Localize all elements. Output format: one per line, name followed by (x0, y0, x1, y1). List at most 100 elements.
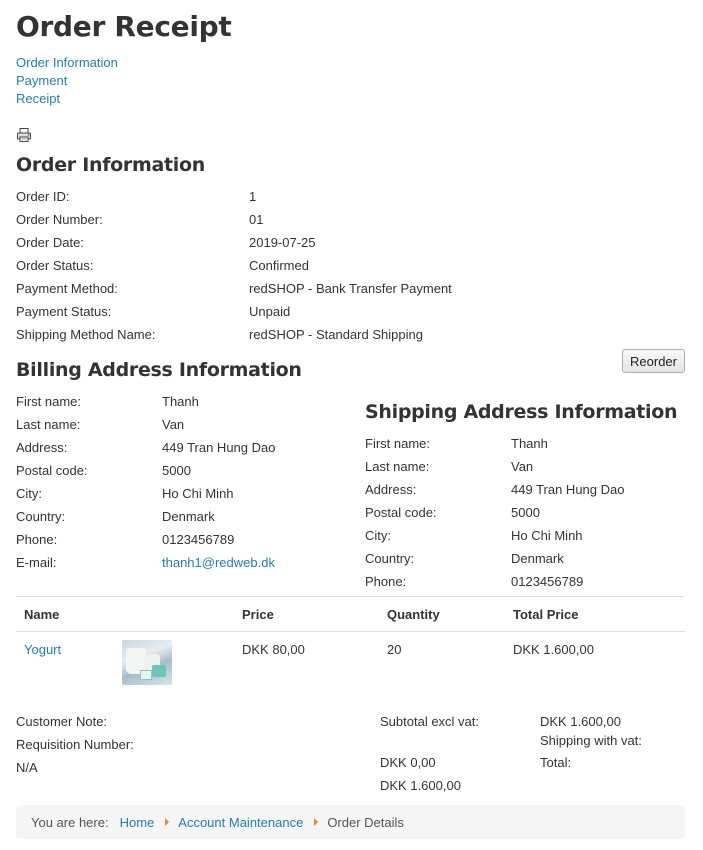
billing-phone-row: Phone: 0123456789 (16, 528, 346, 551)
shipping-method-row: Shipping Method Name: redSHOP - Standard … (16, 323, 496, 346)
column-total-price-header: Total Price (513, 607, 579, 622)
product-total-price: DKK 1.600,00 (513, 642, 594, 657)
payment-status-value: Unpaid (249, 304, 291, 319)
breadcrumb-current: Order Details (327, 814, 404, 830)
product-price: DKK 80,00 (242, 642, 305, 657)
billing-email-label: E-mail: (16, 555, 57, 570)
billing-phone-label: Phone: (16, 532, 58, 547)
shipping-country-label: Country: (365, 551, 415, 566)
shipping-city-label: City: (365, 528, 391, 543)
shipping-phone-row: Phone: 0123456789 (365, 570, 685, 593)
billing-last-name-value: Van (162, 417, 185, 432)
shipping-last-name-value: Van (511, 459, 534, 474)
shipping-first-name-row: First name: Thanh (365, 432, 685, 455)
billing-country-row: Country: Denmark (16, 505, 346, 528)
billing-country-value: Denmark (162, 509, 215, 524)
order-date-value: 2019-07-25 (249, 235, 316, 250)
shipping-address-label: Address: (365, 482, 417, 497)
billing-first-name-value: Thanh (162, 394, 199, 409)
checkout-steps: Order Information Payment Receipt (16, 54, 118, 108)
product-name-link[interactable]: Yogurt (24, 642, 61, 657)
order-id-value: 1 (249, 189, 257, 204)
order-date-label: Order Date: (16, 235, 84, 250)
billing-first-name-label: First name: (16, 394, 82, 409)
payment-method-value: redSHOP - Bank Transfer Payment (249, 281, 452, 296)
billing-city-value: Ho Chi Minh (162, 486, 234, 501)
column-name-header: Name (24, 607, 60, 622)
step-order-information-link[interactable]: Order Information (16, 54, 118, 72)
total-value: DKK 1.600,00 (380, 778, 461, 793)
subtotal-label: Subtotal excl vat: (380, 714, 479, 729)
shipping-country-value: Denmark (511, 551, 564, 566)
print-icon[interactable] (16, 127, 32, 143)
order-status-label: Order Status: (16, 258, 94, 273)
shipping-postal-code-row: Postal code: 5000 (365, 501, 685, 524)
billing-country-label: Country: (16, 509, 66, 524)
requisition-number-value: N/A (16, 760, 38, 775)
shipping-last-name-label: Last name: (365, 459, 430, 474)
billing-address-value: 449 Tran Hung Dao (162, 440, 276, 455)
shipping-with-vat-label: Shipping with vat: (540, 733, 642, 748)
shipping-phone-value: 0123456789 (511, 574, 584, 589)
billing-email-link[interactable]: thanh1@redweb.dk (162, 551, 275, 574)
breadcrumb-account-maintenance-link[interactable]: Account Maintenance (178, 815, 303, 830)
triangle-right-icon (314, 818, 319, 826)
shipping-with-vat-value: DKK 0,00 (380, 755, 436, 770)
product-quantity: 20 (387, 642, 402, 657)
step-receipt-link[interactable]: Receipt (16, 90, 118, 108)
payment-status-label: Payment Status: (16, 304, 112, 319)
order-information-heading: Order Information (16, 154, 205, 176)
billing-address-list: First name: Thanh Last name: Van Address: 4… (16, 390, 346, 574)
page-title: Order Receipt (16, 10, 232, 43)
billing-city-label: City: (16, 486, 42, 501)
shipping-method-value: redSHOP - Standard Shipping (249, 327, 423, 342)
triangle-right-icon (165, 818, 170, 826)
shipping-last-name-row: Last name: Van (365, 455, 685, 478)
column-price-header: Price (242, 607, 274, 622)
breadcrumb-prefix: You are here: (31, 814, 109, 830)
billing-address-label: Address: (16, 440, 68, 455)
shipping-first-name-value: Thanh (511, 436, 548, 451)
shipping-address-heading: Shipping Address Information (365, 401, 678, 423)
order-id-row: Order ID: 1 (16, 185, 496, 208)
order-items-header: Name Price Quantity Total Price (16, 596, 685, 632)
total-label: Total: (540, 755, 572, 770)
billing-email-row: E-mail: thanh1@redweb.dk (16, 551, 346, 574)
shipping-first-name-label: First name: (365, 436, 431, 451)
billing-postal-code-label: Postal code: (16, 463, 88, 478)
order-status-row: Order Status: Confirmed (16, 254, 496, 277)
order-date-row: Order Date: 2019-07-25 (16, 231, 496, 254)
shipping-phone-label: Phone: (365, 574, 407, 589)
billing-first-name-row: First name: Thanh (16, 390, 346, 413)
shipping-address-value: 449 Tran Hung Dao (511, 482, 625, 497)
billing-last-name-row: Last name: Van (16, 413, 346, 436)
order-id-label: Order ID: (16, 189, 70, 204)
table-row: Yogurt DKK 80,00 20 DKK 1.600,00 (16, 632, 685, 692)
payment-method-row: Payment Method: redSHOP - Bank Transfer P… (16, 277, 496, 300)
shipping-address-row: Address: 449 Tran Hung Dao (365, 478, 685, 501)
billing-postal-code-row: Postal code: 5000 (16, 459, 346, 482)
shipping-country-row: Country: Denmark (365, 547, 685, 570)
billing-address-row: Address: 449 Tran Hung Dao (16, 436, 346, 459)
yogurt-product-image[interactable] (122, 640, 172, 685)
payment-status-row: Payment Status: Unpaid (16, 300, 496, 323)
reorder-button[interactable]: Reorder (622, 349, 685, 373)
step-payment-link[interactable]: Payment (16, 72, 118, 90)
order-number-label: Order Number: (16, 212, 103, 227)
order-status-value: Confirmed (249, 258, 309, 273)
billing-city-row: City: Ho Chi Minh (16, 482, 346, 505)
billing-phone-value: 0123456789 (162, 532, 235, 547)
payment-method-label: Payment Method: (16, 281, 118, 296)
shipping-postal-code-value: 5000 (511, 505, 540, 520)
order-number-row: Order Number: 01 (16, 208, 496, 231)
billing-last-name-label: Last name: (16, 417, 81, 432)
shipping-city-value: Ho Chi Minh (511, 528, 583, 543)
billing-postal-code-value: 5000 (162, 463, 191, 478)
breadcrumb-home-link[interactable]: Home (120, 815, 155, 830)
billing-address-heading: Billing Address Information (16, 359, 302, 381)
shipping-city-row: City: Ho Chi Minh (365, 524, 685, 547)
customer-note-label: Customer Note: (16, 714, 108, 729)
requisition-number-label: Requisition Number: (16, 737, 134, 752)
column-quantity-header: Quantity (387, 607, 440, 622)
breadcrumb: You are here: Home Account Maintenance O… (16, 805, 685, 839)
